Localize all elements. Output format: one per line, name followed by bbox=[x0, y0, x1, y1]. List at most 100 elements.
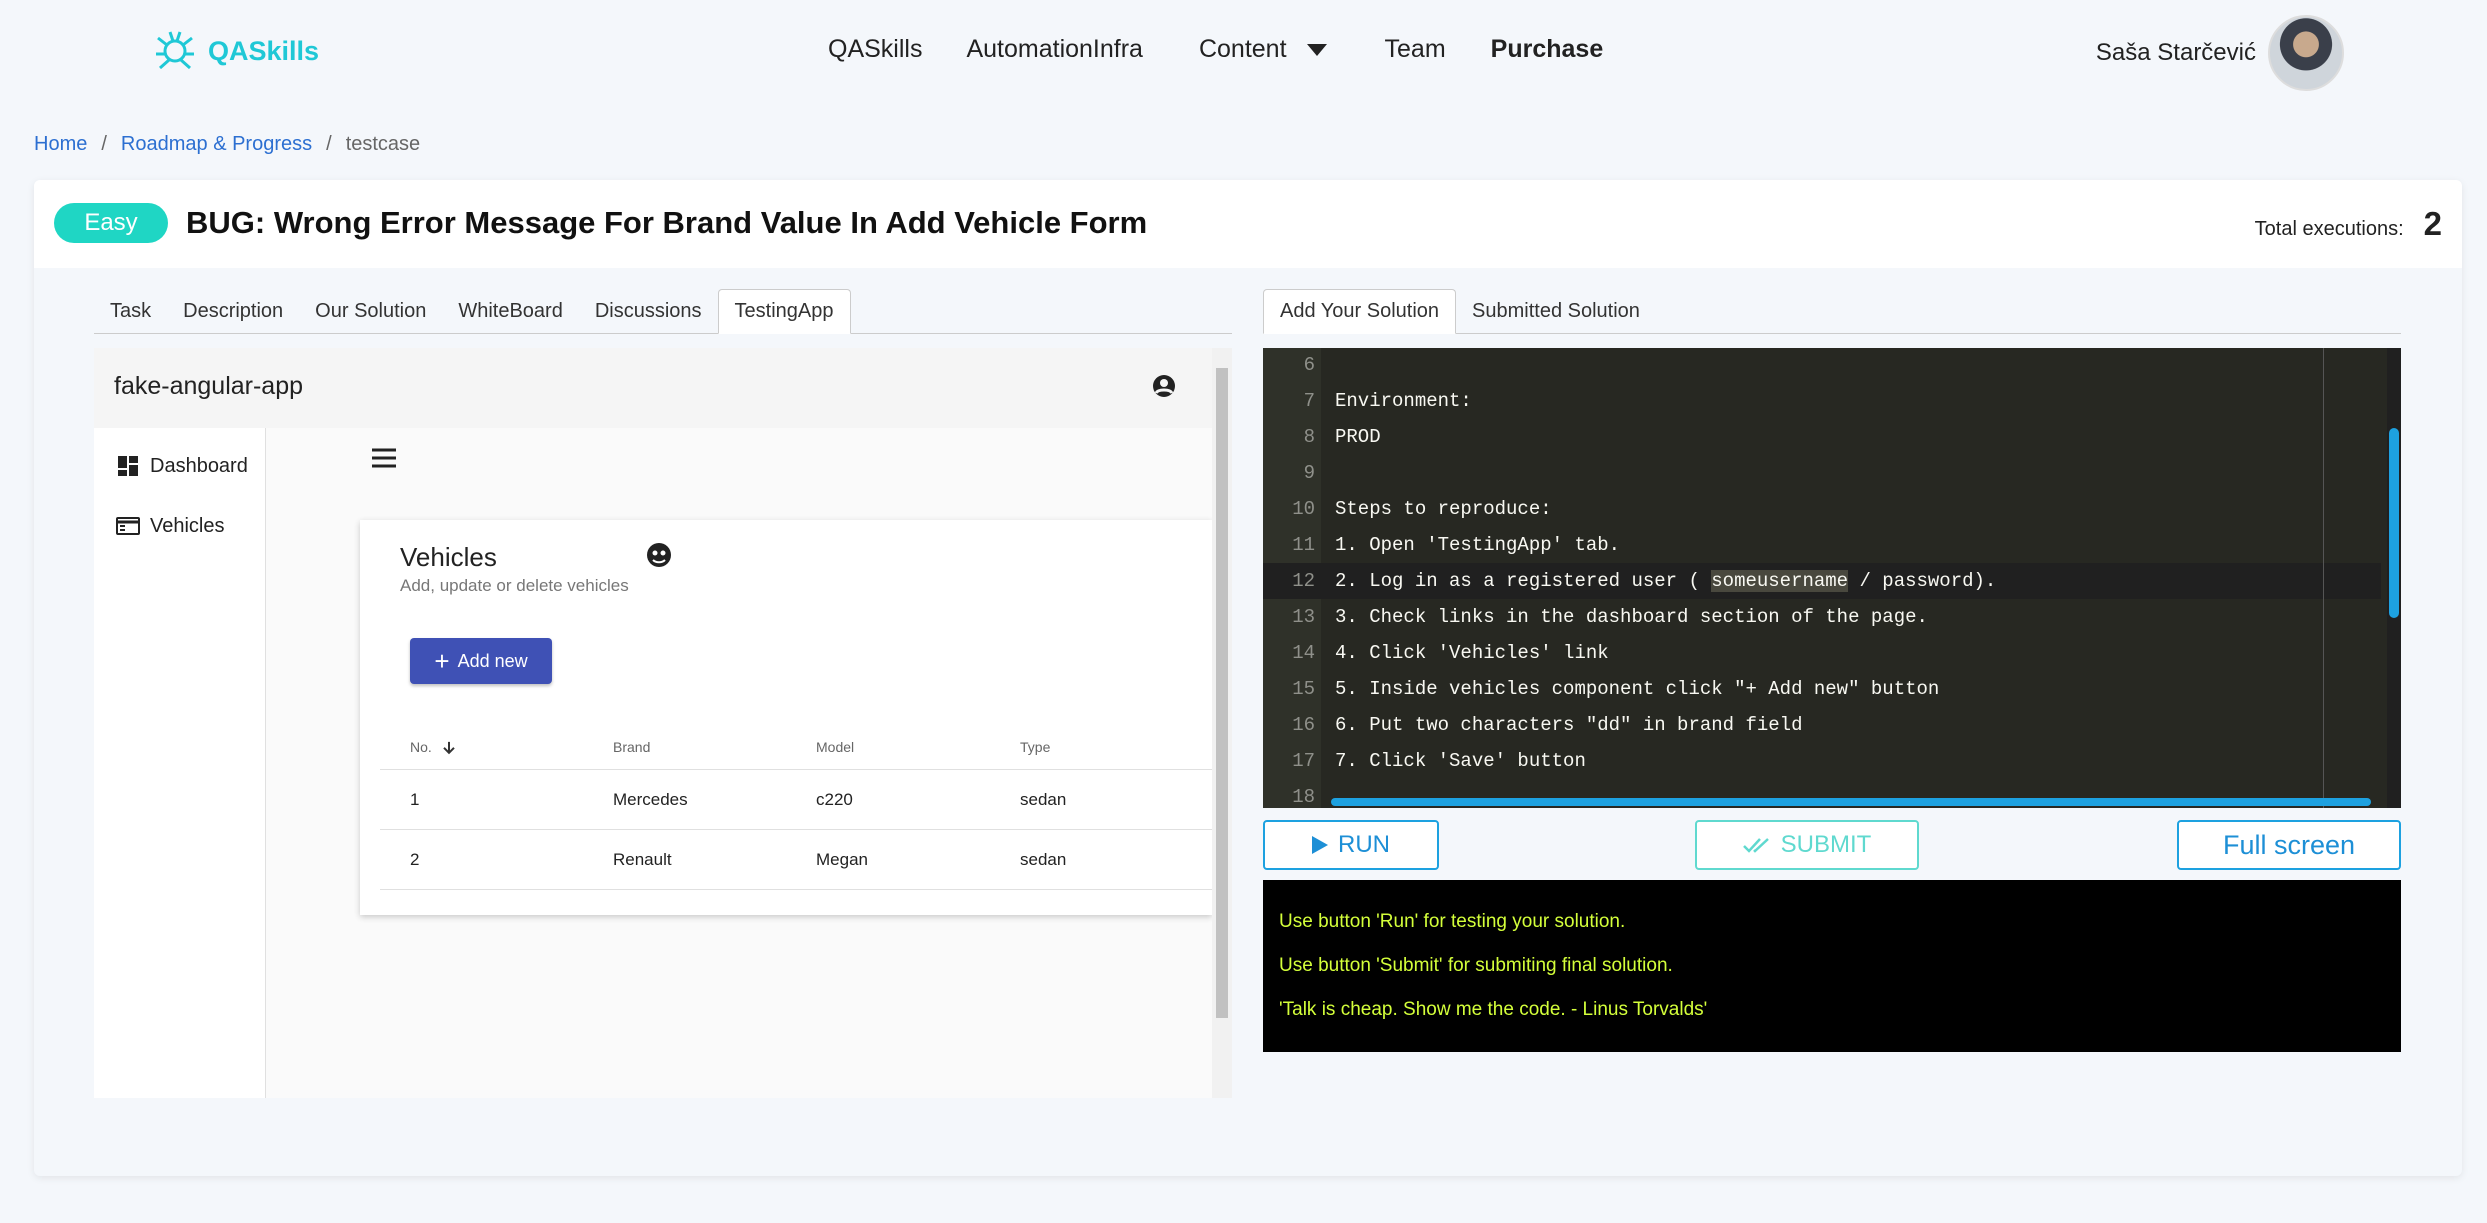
breadcrumb-separator: / bbox=[326, 133, 332, 155]
editor-line[interactable]: 14 4. Click 'Vehicles' link bbox=[1263, 635, 2381, 671]
breadcrumb-roadmap[interactable]: Roadmap & Progress bbox=[121, 133, 312, 156]
vehicles-subtitle: Add, update or delete vehicles bbox=[400, 576, 629, 595]
tab-add-your-solution[interactable]: Add Your Solution bbox=[1263, 289, 1457, 334]
task-tabs: Task Description Our Solution WhiteBoard… bbox=[94, 288, 1232, 334]
top-navbar: QASkills QASkills AutomationInfra Conten… bbox=[0, 0, 2487, 105]
nav-content-dropdown[interactable]: Content bbox=[1199, 35, 1327, 64]
app-sidebar: Dashboard Vehicles bbox=[94, 428, 266, 1098]
editor-horizontal-scrollbar[interactable] bbox=[1321, 798, 2381, 808]
editor-vertical-scrollbar[interactable] bbox=[2387, 348, 2401, 808]
sidebar-item-vehicles[interactable]: Vehicles bbox=[116, 514, 225, 538]
dashboard-icon bbox=[118, 456, 138, 476]
console-line: Use button 'Submit' for submiting final … bbox=[1279, 955, 1673, 976]
line-number: 12 bbox=[1292, 570, 1315, 592]
task-header: Easy BUG: Wrong Error Message For Brand … bbox=[34, 180, 2462, 268]
avatar[interactable] bbox=[2268, 15, 2344, 91]
breadcrumb-current: testcase bbox=[345, 133, 421, 155]
line-text: 1. Open 'TestingApp' tab. bbox=[1335, 534, 1621, 556]
cell-model: Megan bbox=[816, 849, 868, 869]
tab-task[interactable]: Task bbox=[94, 300, 167, 333]
editor-line[interactable]: 10 Steps to reproduce: bbox=[1263, 491, 2381, 527]
editor-line[interactable]: 12 2. Log in as a registered user ( someu… bbox=[1263, 563, 2381, 599]
cell-model: c220 bbox=[816, 789, 853, 809]
editor-line[interactable]: 15 5. Inside vehicles component click "+ … bbox=[1263, 671, 2381, 707]
line-text: 2. Log in as a registered user ( someuse… bbox=[1335, 563, 1996, 599]
editor-line[interactable]: 17 7. Click 'Save' button bbox=[1263, 743, 2381, 779]
line-number: 17 bbox=[1292, 750, 1315, 772]
table-header-row: No. Brand Model Type bbox=[380, 724, 1212, 770]
line-text: 6. Put two characters "dd" in brand fiel… bbox=[1335, 714, 1803, 736]
face-icon bbox=[647, 543, 671, 567]
user-menu[interactable]: Saša Starčević bbox=[2096, 15, 2344, 91]
column-header-type[interactable]: Type bbox=[1020, 739, 1050, 755]
play-icon bbox=[1312, 836, 1328, 854]
scrollbar-thumb[interactable] bbox=[1216, 368, 1228, 1018]
account-circle-icon[interactable] bbox=[1152, 374, 1176, 398]
add-new-button[interactable]: + Add new bbox=[410, 638, 552, 684]
tab-whiteboard[interactable]: WhiteBoard bbox=[442, 300, 579, 333]
task-title: BUG: Wrong Error Message For Brand Value… bbox=[186, 205, 1148, 240]
line-number: 13 bbox=[1292, 606, 1315, 628]
editor-line[interactable]: 16 6. Put two characters "dd" in brand fi… bbox=[1263, 707, 2381, 743]
column-header-brand[interactable]: Brand bbox=[613, 739, 650, 755]
main-menu: QASkills AutomationInfra Content Team Pu… bbox=[828, 35, 1603, 64]
breadcrumb-home[interactable]: Home bbox=[34, 133, 87, 156]
tab-testingapp[interactable]: TestingApp bbox=[717, 289, 851, 334]
cell-no: 2 bbox=[410, 849, 420, 869]
editor-line[interactable]: 9 bbox=[1263, 455, 2381, 491]
app-toolbar: fake-angular-app bbox=[94, 348, 1212, 428]
brand-name: QASkills bbox=[208, 35, 320, 66]
sidebar-item-dashboard[interactable]: Dashboard bbox=[116, 454, 248, 478]
nav-purchase[interactable]: Purchase bbox=[1491, 35, 1604, 64]
table-row[interactable]: 1 Mercedes c220 sedan bbox=[380, 770, 1212, 830]
double-check-icon bbox=[1742, 838, 1769, 853]
tab-our-solution[interactable]: Our Solution bbox=[299, 300, 442, 333]
editor-line[interactable]: 8 PROD bbox=[1263, 419, 2381, 455]
total-executions-label: Total executions: bbox=[2254, 218, 2404, 240]
table-row[interactable]: 2 Renault Megan sedan bbox=[380, 830, 1212, 890]
cell-brand: Renault bbox=[613, 849, 672, 869]
editor-line[interactable]: 7 Environment: bbox=[1263, 383, 2381, 419]
menu-icon[interactable] bbox=[372, 448, 396, 468]
tab-description[interactable]: Description bbox=[167, 300, 299, 333]
line-text: Steps to reproduce: bbox=[1335, 498, 1552, 520]
arrow-down-icon bbox=[442, 741, 455, 755]
submit-button[interactable]: SUBMIT bbox=[1695, 820, 1919, 870]
editor-line[interactable]: 6 bbox=[1263, 348, 2381, 383]
nav-qaskills[interactable]: QASkills bbox=[828, 35, 922, 64]
nav-automationinfra[interactable]: AutomationInfra bbox=[966, 35, 1143, 64]
line-text: 7. Click 'Save' button bbox=[1335, 750, 1586, 772]
brand-logo[interactable]: QASkills bbox=[150, 26, 319, 76]
sidebar-item-label: Dashboard bbox=[150, 454, 248, 477]
cell-type: sedan bbox=[1020, 849, 1067, 869]
line-text: 4. Click 'Vehicles' link bbox=[1335, 642, 1609, 664]
editor-line[interactable]: 13 3. Check links in the dashboard sectio… bbox=[1263, 599, 2381, 635]
line-number: 7 bbox=[1303, 390, 1315, 412]
line-text: 3. Check links in the dashboard section … bbox=[1335, 606, 1928, 628]
scrollbar-thumb[interactable] bbox=[1331, 798, 2371, 806]
line-text: Environment: bbox=[1335, 390, 1472, 412]
tab-submitted-solution[interactable]: Submitted Solution bbox=[1456, 300, 1656, 333]
nav-team[interactable]: Team bbox=[1385, 35, 1446, 64]
tab-discussions[interactable]: Discussions bbox=[579, 300, 718, 333]
fullscreen-button[interactable]: Full screen bbox=[2177, 820, 2401, 870]
line-number: 8 bbox=[1303, 426, 1315, 448]
solution-tabs: Add Your Solution Submitted Solution bbox=[1263, 288, 2401, 334]
cell-type: sedan bbox=[1020, 789, 1067, 809]
task-card: Easy BUG: Wrong Error Message For Brand … bbox=[34, 180, 2462, 1176]
run-button[interactable]: RUN bbox=[1263, 820, 1439, 870]
app-scrollbar[interactable] bbox=[1212, 348, 1232, 1098]
qaskills-logo-icon bbox=[156, 31, 194, 70]
column-header-no[interactable]: No. bbox=[410, 738, 456, 754]
selected-word: someusername bbox=[1711, 570, 1849, 592]
column-header-model[interactable]: Model bbox=[816, 739, 854, 755]
cell-brand: Mercedes bbox=[613, 789, 688, 809]
breadcrumb: Home / Roadmap & Progress / testcase bbox=[34, 133, 420, 156]
difficulty-badge: Easy bbox=[54, 203, 168, 243]
line-text: PROD bbox=[1335, 426, 1381, 448]
line-number: 18 bbox=[1292, 786, 1315, 808]
caret-down-icon bbox=[1306, 43, 1327, 56]
editor-line[interactable]: 11 1. Open 'TestingApp' tab. bbox=[1263, 527, 2381, 563]
scrollbar-thumb[interactable] bbox=[2389, 428, 2399, 618]
code-editor[interactable]: 6 7 Environment: 8 PROD 9 10 Steps to reproduce… bbox=[1263, 348, 2401, 808]
